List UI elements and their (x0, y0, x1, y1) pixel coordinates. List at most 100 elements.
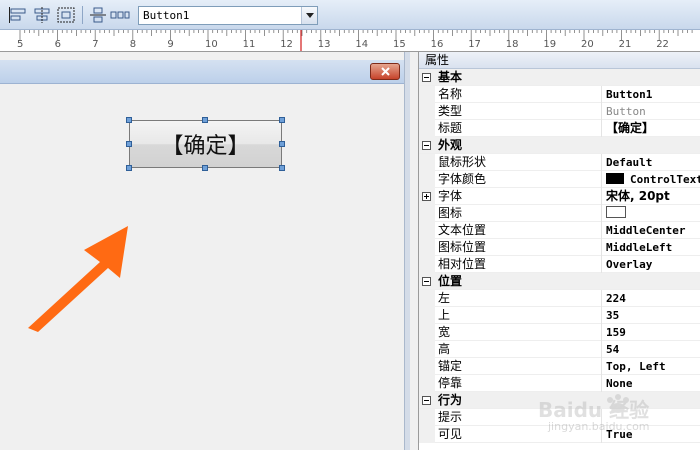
property-row[interactable]: 锚定 Top, Left (419, 358, 700, 375)
ruler-number: 8 (130, 39, 136, 50)
property-row[interactable]: 上 35 (419, 307, 700, 324)
align-left-icon[interactable] (8, 6, 28, 24)
canvas-scrollbar[interactable] (404, 52, 410, 450)
row-gutter (419, 307, 435, 324)
property-value-text: 159 (606, 326, 626, 339)
property-value[interactable]: 35 (601, 307, 700, 324)
property-name: 上 (438, 308, 451, 322)
baidu-watermark: Baidu 经验 jingyan.baidu.com (538, 388, 678, 434)
property-value[interactable]: ControlText (601, 171, 700, 188)
property-row[interactable]: 宽 159 (419, 324, 700, 341)
resize-handle-s[interactable] (202, 165, 208, 171)
watermark-url: jingyan.baidu.com (548, 420, 650, 433)
ruler-number: 6 (55, 39, 61, 50)
collapse-toggle-icon[interactable] (422, 396, 431, 405)
property-row[interactable]: 字体 宋体, 20pt (419, 188, 700, 205)
property-value[interactable]: 【确定】 (601, 120, 700, 137)
property-value-text: Overlay (606, 258, 653, 271)
size-select-icon[interactable] (56, 6, 76, 24)
property-value[interactable]: 54 (601, 341, 700, 358)
property-row[interactable]: 标题 【确定】 (419, 120, 700, 137)
row-gutter (419, 324, 435, 341)
form-title-bar[interactable] (0, 60, 404, 84)
property-name: 名称 (438, 87, 463, 101)
property-value[interactable]: 224 (601, 290, 700, 307)
property-value[interactable]: Button (601, 103, 700, 120)
property-name: 图标 (438, 206, 463, 220)
property-value-text: Top, Left (606, 360, 666, 373)
collapse-toggle-icon[interactable] (422, 73, 431, 82)
collapse-toggle-icon[interactable] (422, 277, 431, 286)
resize-handle-sw[interactable] (126, 165, 132, 171)
row-gutter (419, 154, 435, 171)
property-value[interactable]: Default (601, 154, 700, 171)
property-row[interactable]: 图标 (419, 205, 700, 222)
watermark-brand: Baidu 经验 (538, 398, 650, 422)
property-name: 宽 (438, 325, 451, 339)
expand-toggle-icon[interactable] (422, 192, 431, 201)
property-row[interactable]: 相对位置 Overlay (419, 256, 700, 273)
property-value-text: Default (606, 156, 653, 169)
selected-button-control[interactable]: 【确定】 (129, 120, 282, 168)
property-value[interactable]: Overlay (601, 256, 700, 273)
ruler-number: 11 (243, 39, 256, 50)
align-vertical-icon[interactable] (88, 6, 108, 24)
toolbar-separator (82, 6, 83, 24)
row-gutter (419, 409, 435, 426)
property-value[interactable]: Button1 (601, 86, 700, 103)
ruler-number: 18 (506, 39, 519, 50)
distribute-horizontal-icon[interactable] (110, 6, 130, 24)
property-category[interactable]: 外观 (419, 137, 700, 154)
resize-handle-e[interactable] (279, 141, 285, 147)
property-value-text: MiddleLeft (606, 241, 673, 254)
collapse-toggle-icon[interactable] (422, 141, 431, 150)
property-value[interactable]: MiddleLeft (601, 239, 700, 256)
property-row[interactable]: 鼠标形状 Default (419, 154, 700, 171)
property-name: 标题 (438, 121, 463, 135)
property-value-text: Button1 (606, 88, 653, 101)
resize-handle-nw[interactable] (126, 117, 132, 123)
row-gutter (419, 86, 435, 103)
row-gutter (419, 205, 435, 222)
resize-handle-se[interactable] (279, 165, 285, 171)
property-row[interactable]: 图标位置 MiddleLeft (419, 239, 700, 256)
property-value[interactable]: MiddleCenter (601, 222, 700, 239)
property-row[interactable]: 名称 Button1 (419, 86, 700, 103)
property-row[interactable]: 高 54 (419, 341, 700, 358)
category-label: 位置 (438, 274, 463, 288)
property-value-text: 宋体, 20pt (606, 189, 670, 203)
property-row[interactable]: 左 224 (419, 290, 700, 307)
property-row[interactable]: 类型 Button (419, 103, 700, 120)
ruler-number: 7 (92, 39, 98, 50)
horizontal-ruler: 5 6 7 8 9 10 11 12 13 14 15 16 17 18 19 20 21 22 (0, 30, 700, 52)
resize-handle-ne[interactable] (279, 117, 285, 123)
property-value[interactable]: 宋体, 20pt (601, 188, 700, 205)
property-value[interactable]: Top, Left (601, 358, 700, 375)
property-name: 相对位置 (438, 257, 487, 271)
arrow-annotation-icon (28, 226, 128, 332)
category-label: 基本 (438, 70, 463, 84)
chevron-down-icon[interactable] (301, 7, 317, 24)
ruler-ticks: 5 6 7 8 9 10 11 12 13 14 15 16 17 18 19 20 21 22 (17, 30, 693, 51)
property-value-text: 224 (606, 292, 626, 305)
property-value[interactable] (601, 205, 700, 222)
property-name: 文本位置 (438, 223, 487, 237)
design-canvas[interactable]: 【确定】 (0, 52, 410, 450)
property-row[interactable]: 字体颜色 ControlText (419, 171, 700, 188)
property-value[interactable]: 159 (601, 324, 700, 341)
designer-toolbar: Button1 (0, 0, 700, 30)
property-row[interactable]: 文本位置 MiddleCenter (419, 222, 700, 239)
property-name: 字体 (438, 189, 463, 203)
row-gutter (419, 341, 435, 358)
resize-handle-n[interactable] (202, 117, 208, 123)
property-category[interactable]: 基本 (419, 69, 700, 86)
ruler-number: 13 (318, 39, 331, 50)
component-select[interactable]: Button1 (138, 6, 318, 25)
property-name: 图标位置 (438, 240, 487, 254)
property-category[interactable]: 位置 (419, 273, 700, 290)
row-gutter (419, 256, 435, 273)
align-center-icon[interactable] (32, 6, 52, 24)
form-close-button[interactable] (370, 63, 400, 80)
resize-handle-w[interactable] (126, 141, 132, 147)
row-gutter (419, 426, 435, 443)
